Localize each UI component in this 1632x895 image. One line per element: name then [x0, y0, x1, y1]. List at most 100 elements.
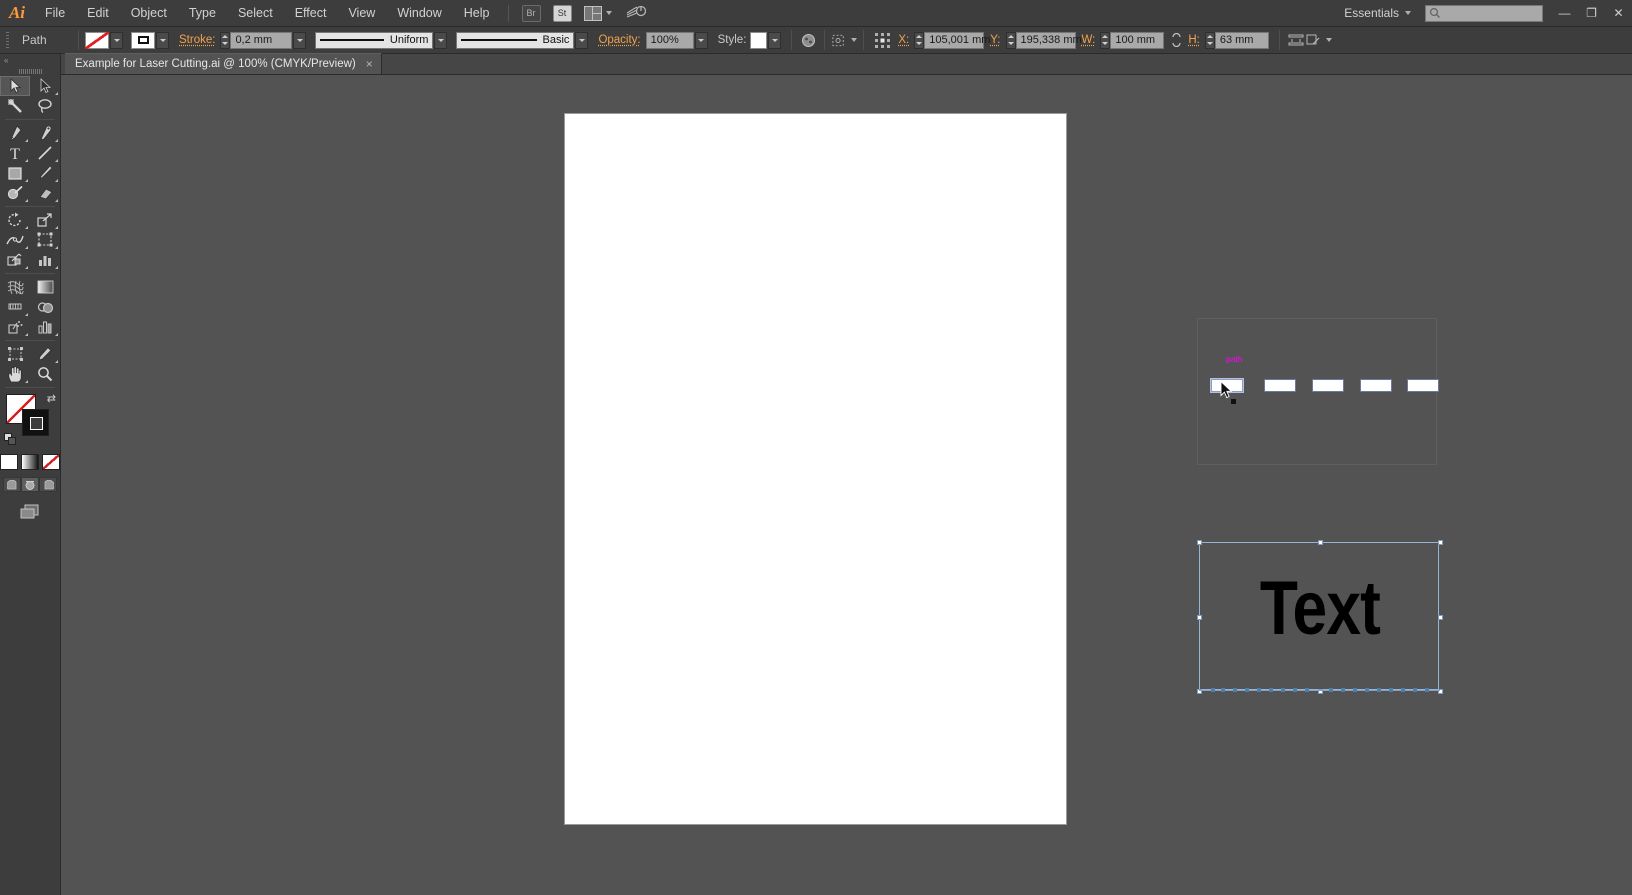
pen-tool[interactable]: [0, 123, 30, 143]
restore-button[interactable]: ❐: [1578, 0, 1605, 27]
zoom-tool[interactable]: [30, 364, 60, 384]
rectangle-tool[interactable]: [0, 163, 30, 183]
hand-tool[interactable]: [0, 364, 30, 384]
stroke-profile-select[interactable]: Uniform: [315, 31, 434, 49]
selection-tool[interactable]: [0, 76, 30, 96]
stroke-color-swatch[interactable]: [22, 409, 49, 436]
anchor-point[interactable]: [1281, 688, 1285, 692]
anchor-point[interactable]: [1425, 688, 1429, 692]
selection-handle-top-left[interactable]: [1197, 540, 1202, 545]
stroke-weight-dropdown-icon[interactable]: [293, 31, 307, 49]
height-stepper[interactable]: [1204, 31, 1215, 49]
slot-rect[interactable]: [1360, 379, 1392, 392]
eraser-tool[interactable]: [30, 183, 60, 203]
free-transform-tool[interactable]: [30, 230, 60, 250]
scale-tool[interactable]: [30, 210, 60, 230]
selection-handle-middle-left[interactable]: [1197, 615, 1202, 620]
workspace-switcher[interactable]: Essentials: [1338, 6, 1417, 20]
color-mode-gradient[interactable]: [21, 454, 39, 470]
slice-tool[interactable]: [30, 344, 60, 364]
close-icon[interactable]: ×: [366, 57, 373, 71]
rotate-tool[interactable]: [0, 210, 30, 230]
blend-tool[interactable]: [30, 297, 60, 317]
default-fill-stroke-icon[interactable]: [4, 433, 17, 446]
y-stepper[interactable]: [1005, 31, 1016, 49]
anchor-point[interactable]: [1341, 688, 1345, 692]
brush-definition-dropdown-icon[interactable]: [575, 31, 589, 49]
anchor-point[interactable]: [1257, 688, 1261, 692]
anchor-point[interactable]: [1401, 688, 1405, 692]
anchor-point[interactable]: [1245, 688, 1249, 692]
align-panel-icon[interactable]: [1286, 30, 1306, 50]
stroke-profile-dropdown-icon[interactable]: [434, 31, 448, 49]
stroke-weight-stepper[interactable]: [220, 31, 231, 49]
gradient-tool[interactable]: [30, 277, 60, 297]
opacity-mask-icon[interactable]: [798, 30, 818, 50]
bridge-icon[interactable]: Br: [521, 4, 541, 22]
slot-rect[interactable]: [1264, 379, 1296, 392]
magic-wand-tool[interactable]: [0, 96, 30, 116]
anchor-point[interactable]: [1293, 688, 1297, 692]
menu-help[interactable]: Help: [453, 0, 501, 27]
anchor-point[interactable]: [1365, 688, 1369, 692]
control-bar-grip[interactable]: [4, 30, 12, 50]
menu-edit[interactable]: Edit: [76, 0, 120, 27]
artboard-tool[interactable]: [0, 344, 30, 364]
anchor-point[interactable]: [1377, 688, 1381, 692]
artboard[interactable]: path Text: [565, 114, 1443, 824]
arrange-documents-button[interactable]: [583, 5, 612, 21]
column-graph-tool[interactable]: [30, 250, 60, 270]
selection-handle-middle-right[interactable]: [1438, 615, 1443, 620]
anchor-point[interactable]: [1211, 688, 1215, 692]
laser-cut-slot-group[interactable]: path: [1197, 318, 1439, 465]
direct-selection-tool[interactable]: [30, 76, 60, 96]
menu-type[interactable]: Type: [178, 0, 227, 27]
width-stepper[interactable]: [1100, 31, 1111, 49]
slot-rect[interactable]: [1407, 379, 1439, 392]
add-anchor-point-tool[interactable]: [30, 123, 60, 143]
width-tool[interactable]: [0, 230, 30, 250]
full-screen-mode-icon[interactable]: [39, 477, 57, 492]
menu-select[interactable]: Select: [227, 0, 284, 27]
swap-fill-stroke-icon[interactable]: ⇄: [47, 392, 56, 405]
x-coordinate-input[interactable]: 105,001 mm: [924, 31, 990, 49]
selection-handle-top-right[interactable]: [1438, 540, 1443, 545]
document-setup-icon[interactable]: [1306, 30, 1332, 50]
stock-icon[interactable]: St: [552, 4, 572, 22]
stroke-swatch-button[interactable]: [131, 31, 169, 49]
brush-definition-select[interactable]: Basic: [456, 31, 575, 49]
menu-object[interactable]: Object: [120, 0, 178, 27]
anchor-point[interactable]: [1329, 688, 1333, 692]
menu-view[interactable]: View: [337, 0, 386, 27]
stroke-weight-input[interactable]: 0,2 mm: [230, 31, 293, 49]
lock-aspect-ratio-icon[interactable]: [1166, 30, 1186, 50]
menu-effect[interactable]: Effect: [284, 0, 338, 27]
canvas-area[interactable]: path Text: [61, 75, 1632, 895]
y-coordinate-input[interactable]: 195,338 mm: [1015, 31, 1082, 49]
change-screen-mode-button[interactable]: [0, 504, 60, 520]
graphic-style-dropdown-icon[interactable]: [768, 31, 782, 49]
fill-dropdown-arrow-icon[interactable]: [110, 31, 123, 49]
anchor-point[interactable]: [1233, 688, 1237, 692]
menu-window[interactable]: Window: [386, 0, 452, 27]
anchor-point[interactable]: [1305, 688, 1309, 692]
graphic-style-swatch[interactable]: [750, 31, 768, 49]
symbol-sprayer-tool[interactable]: [0, 317, 30, 337]
full-screen-with-menu-bar-icon[interactable]: [21, 477, 39, 492]
slot-rect[interactable]: [1312, 379, 1344, 392]
anchor-point[interactable]: [1353, 688, 1357, 692]
fill-swatch-button[interactable]: [85, 31, 123, 49]
anchor-point[interactable]: [1389, 688, 1393, 692]
text-object-content[interactable]: Text: [1222, 565, 1419, 652]
menu-file[interactable]: File: [34, 0, 76, 27]
mesh-tool[interactable]: [0, 277, 30, 297]
x-stepper[interactable]: [914, 31, 925, 49]
pencil-tool[interactable]: [0, 183, 30, 203]
document-tab[interactable]: Example for Laser Cutting.ai @ 100% (CMY…: [65, 53, 382, 74]
type-tool[interactable]: T: [0, 143, 30, 163]
stroke-dropdown-arrow-icon[interactable]: [156, 31, 169, 49]
selection-handle-top-center[interactable]: [1318, 540, 1323, 545]
lasso-tool[interactable]: [30, 96, 60, 116]
minimize-button[interactable]: —: [1551, 0, 1578, 27]
text-anchor-point-row[interactable]: [1199, 688, 1440, 692]
